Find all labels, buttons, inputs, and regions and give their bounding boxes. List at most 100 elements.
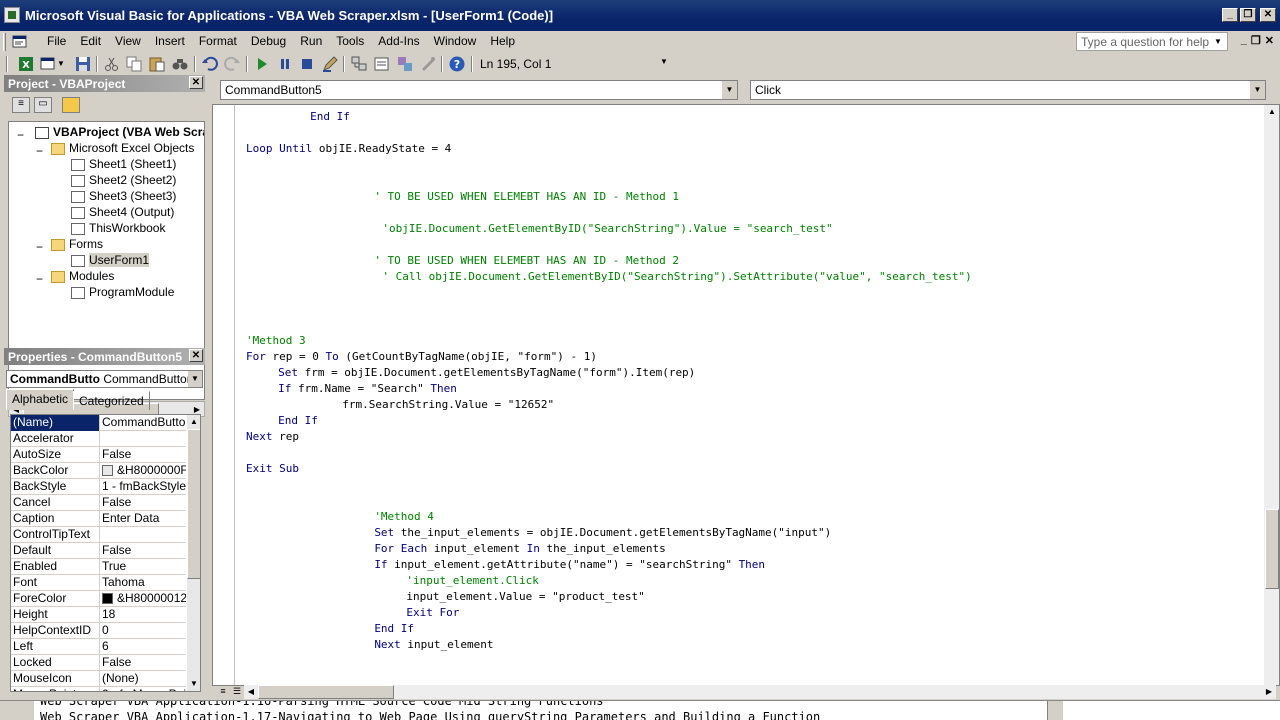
code-line[interactable]: ' TO BE USED WHEN ELEMEBT HAS AN ID - Me… xyxy=(374,189,679,205)
save-icon[interactable] xyxy=(74,55,92,73)
minimize-button[interactable]: _ xyxy=(1222,8,1238,22)
tree-item[interactable]: UserForm1 xyxy=(71,252,150,268)
collapse-icon[interactable]: − xyxy=(17,128,24,142)
property-row[interactable]: Cancel False xyxy=(11,495,186,511)
property-value[interactable]: False xyxy=(102,495,186,511)
design-mode-icon[interactable] xyxy=(321,55,339,73)
property-value[interactable]: False xyxy=(102,543,186,559)
code-vertical-scrollbar[interactable]: ▲ xyxy=(1264,105,1279,685)
toolbar-grip[interactable] xyxy=(6,56,8,72)
property-value[interactable]: &H8000000F& xyxy=(102,463,186,479)
property-value[interactable]: CommandButton xyxy=(102,415,186,431)
property-row[interactable]: ControlTipText xyxy=(11,527,186,543)
cut-icon[interactable] xyxy=(103,55,121,73)
undo-icon[interactable] xyxy=(201,55,219,73)
tab-alphabetic[interactable]: Alphabetic xyxy=(6,389,75,410)
scroll-up-icon[interactable]: ▲ xyxy=(187,415,200,428)
scroll-right-icon[interactable]: ▶ xyxy=(1262,685,1276,698)
menu-insert[interactable]: Insert xyxy=(148,34,192,48)
scroll-left-icon[interactable]: ◀ xyxy=(244,685,258,698)
property-value[interactable]: False xyxy=(102,447,186,463)
code-line[interactable]: Exit Sub xyxy=(246,461,299,477)
tab-categorized[interactable]: Categorized xyxy=(73,391,150,410)
property-value[interactable]: False xyxy=(102,655,186,671)
project-explorer-icon[interactable] xyxy=(350,55,368,73)
property-row[interactable]: MouseIcon (None) xyxy=(11,671,186,687)
property-row[interactable]: Font Tahoma xyxy=(11,575,186,591)
reset-icon[interactable] xyxy=(298,55,316,73)
code-line[interactable]: Loop Until objIE.ReadyState = 4 xyxy=(246,141,451,157)
view-object-icon[interactable]: ▭ xyxy=(34,97,52,113)
code-line[interactable]: Next rep xyxy=(246,429,299,445)
redo-icon[interactable] xyxy=(223,55,241,73)
code-horizontal-scrollbar[interactable]: ◀ ▶ xyxy=(244,685,1276,699)
property-value[interactable] xyxy=(102,431,186,447)
tree-item[interactable]: Microsoft Excel Objects xyxy=(51,140,194,156)
scroll-thumb[interactable] xyxy=(1265,509,1279,589)
code-line[interactable]: Exit For xyxy=(406,605,459,621)
code-line[interactable]: 'Method 3 xyxy=(246,333,306,349)
properties-close-button[interactable]: ✕ xyxy=(189,349,203,362)
property-row[interactable]: Default False xyxy=(11,543,186,559)
tree-item[interactable]: ThisWorkbook xyxy=(71,220,165,236)
collapse-icon[interactable]: − xyxy=(36,144,43,158)
property-row[interactable]: BackColor&H8000000F& xyxy=(11,463,186,479)
margin-indicator-bar[interactable] xyxy=(213,105,235,685)
code-line[interactable]: Set frm = objIE.Document.getElementsByTa… xyxy=(278,365,695,381)
code-line[interactable]: Set the_input_elements = objIE.Document.… xyxy=(374,525,831,541)
toggle-folders-icon[interactable] xyxy=(62,97,80,113)
property-value[interactable]: True xyxy=(102,559,186,575)
property-value[interactable]: 0 xyxy=(102,623,186,639)
menu-edit[interactable]: Edit xyxy=(73,34,108,48)
ask-question-input[interactable]: Type a question for help xyxy=(1076,32,1228,51)
property-row[interactable]: BackStyle1 - fmBackStyleO xyxy=(11,479,186,495)
property-grid-scrollbar[interactable]: ▲ ▼ xyxy=(187,415,200,691)
property-row[interactable]: Enabled True xyxy=(11,559,186,575)
find-icon[interactable] xyxy=(171,55,189,73)
chevron-down-icon[interactable]: ▼ xyxy=(721,81,737,99)
collapse-icon[interactable]: − xyxy=(36,272,43,286)
menu-tools[interactable]: Tools xyxy=(329,34,371,48)
code-line[interactable]: For Each input_element In the_input_elem… xyxy=(374,541,665,557)
property-row[interactable]: AutoSize False xyxy=(11,447,186,463)
chevron-down-icon[interactable]: ▼ xyxy=(56,55,66,73)
copy-icon[interactable] xyxy=(125,55,143,73)
chevron-down-icon[interactable]: ▼ xyxy=(188,371,202,387)
property-row[interactable]: HelpContextID 0 xyxy=(11,623,186,639)
tree-item[interactable]: VBAProject (VBA Web Scrap xyxy=(35,124,204,140)
menu-debug[interactable]: Debug xyxy=(244,34,293,48)
list-item[interactable]: Web Scraper VBA Application-1.16-Parsing… xyxy=(40,701,604,708)
code-line[interactable]: 'input_element.Click xyxy=(406,573,538,589)
scroll-thumb[interactable] xyxy=(187,429,200,579)
property-row[interactable]: Accelerator xyxy=(11,431,186,447)
code-editor[interactable]: End If Loop Until objIE.ReadyState = 4 ' T… xyxy=(212,104,1280,686)
code-line[interactable]: End If xyxy=(310,109,350,125)
mdi-close-button[interactable]: ✕ xyxy=(1265,34,1274,47)
tree-item[interactable]: ProgramModule xyxy=(71,284,174,300)
scroll-down-icon[interactable]: ▼ xyxy=(187,677,200,690)
view-excel-icon[interactable]: X xyxy=(17,55,35,73)
property-row[interactable]: Caption Enter Data xyxy=(11,511,186,527)
restore-button[interactable]: ❐ xyxy=(1240,8,1256,22)
property-value[interactable]: 18 xyxy=(102,607,186,623)
property-value[interactable]: 6 xyxy=(102,639,186,655)
scroll-thumb[interactable] xyxy=(258,685,394,699)
property-value[interactable]: 1 - fmBackStyleO xyxy=(102,479,186,495)
view-code-icon[interactable]: ≡ xyxy=(12,97,30,113)
code-line[interactable]: If input_element.getAttribute("name") = … xyxy=(374,557,765,573)
property-value[interactable]: 0 - fmMousePoint xyxy=(102,687,186,691)
close-button[interactable]: ✕ xyxy=(1260,8,1276,22)
property-row[interactable]: (Name) CommandButton xyxy=(11,415,186,431)
property-value[interactable]: Enter Data xyxy=(102,511,186,527)
run-icon[interactable] xyxy=(253,55,271,73)
background-window-scrollbar[interactable] xyxy=(1047,701,1063,720)
vba-app-icon[interactable] xyxy=(4,7,20,23)
code-line[interactable]: Next input_element xyxy=(374,637,493,653)
property-value[interactable] xyxy=(102,527,186,543)
tree-item[interactable]: Sheet4 (Output) xyxy=(71,204,174,220)
break-icon[interactable] xyxy=(276,55,294,73)
property-row[interactable]: MousePointer0 - fmMousePoint xyxy=(11,687,186,691)
menu-help[interactable]: Help xyxy=(483,34,522,48)
menubar-grip[interactable] xyxy=(3,33,6,51)
object-browser-icon[interactable] xyxy=(396,55,414,73)
